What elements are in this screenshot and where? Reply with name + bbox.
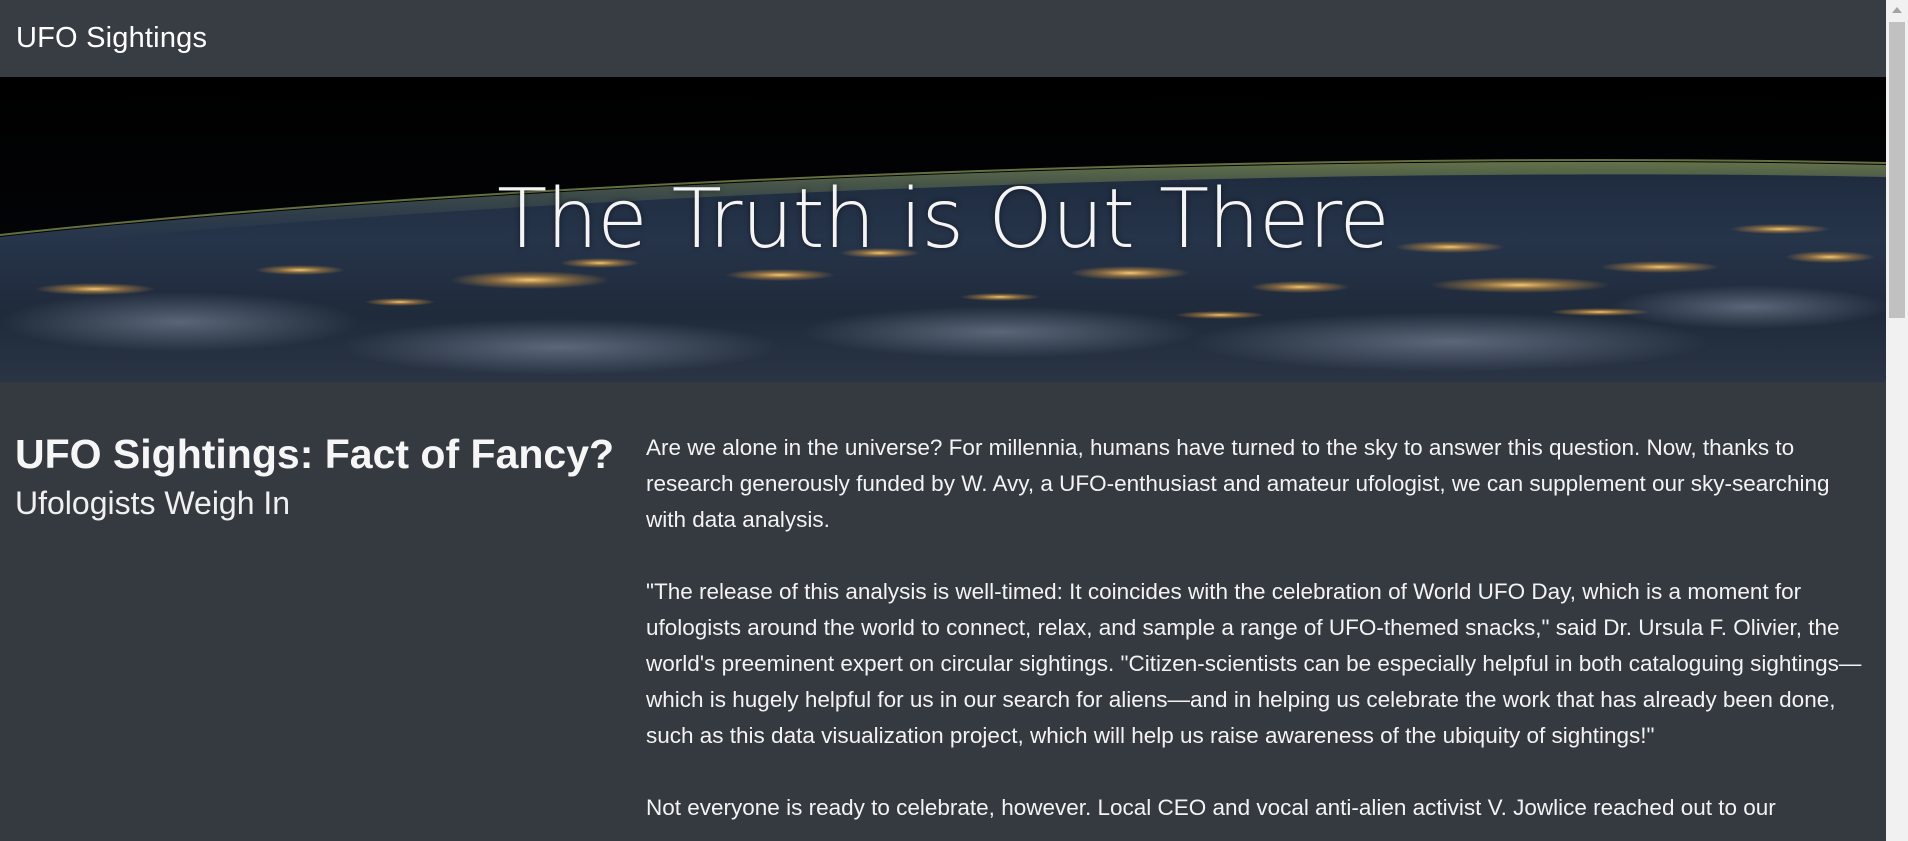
main-content: UFO Sightings: Fact of Fancy? Ufologists… <box>0 382 1886 841</box>
article-paragraph: Are we alone in the universe? For millen… <box>646 435 1830 532</box>
hero-title: The Truth is Out There <box>497 172 1390 267</box>
navbar-brand-link[interactable]: UFO Sightings <box>16 22 207 55</box>
scroll-up-arrow-icon[interactable] <box>1886 0 1908 20</box>
article-paragraph: "The release of this analysis is well-ti… <box>646 579 1862 748</box>
vertical-scrollbar[interactable] <box>1886 0 1908 841</box>
article-paragraph: Not everyone is ready to celebrate, howe… <box>646 795 1776 820</box>
article-heading: UFO Sightings: Fact of Fancy? <box>15 431 615 477</box>
scrollbar-thumb[interactable] <box>1889 22 1905 318</box>
page: UFO Sightings The Truth is Out There UFO… <box>0 0 1908 841</box>
navbar: UFO Sightings <box>0 0 1886 77</box>
article-body: Are we alone in the universe? For millen… <box>646 430 1871 841</box>
article-header: UFO Sightings: Fact of Fancy? Ufologists… <box>15 431 615 522</box>
hero-banner: The Truth is Out There <box>0 77 1886 382</box>
article-subheading: Ufologists Weigh In <box>15 485 291 522</box>
